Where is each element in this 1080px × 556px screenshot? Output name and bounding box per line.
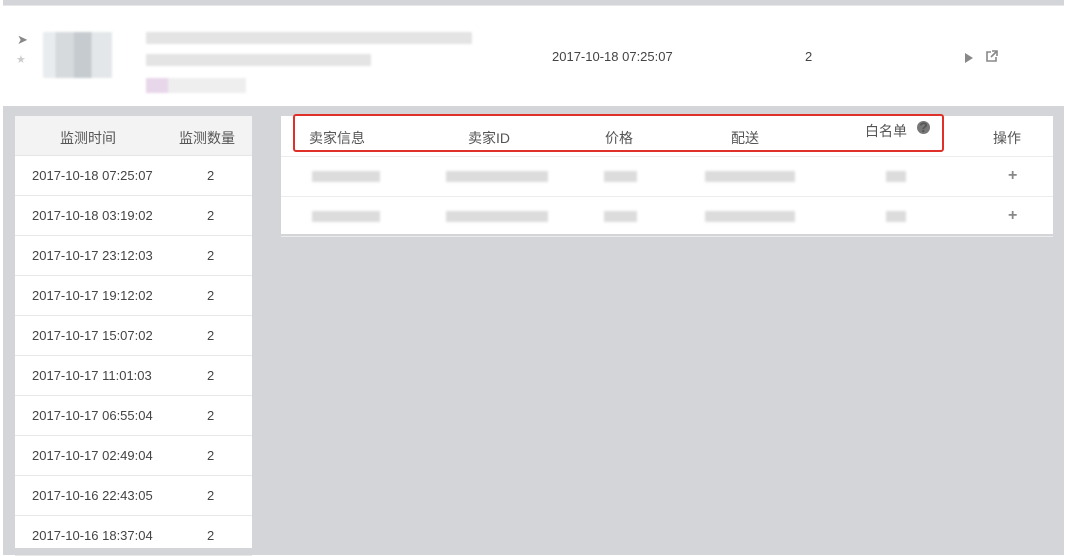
header-delivery: 配送: [731, 130, 759, 146]
history-count: 2: [207, 408, 215, 423]
history-time: 2017-10-16 18:37:04: [32, 528, 153, 543]
history-time: 2017-10-17 11:01:03: [32, 368, 152, 383]
history-time: 2017-10-18 03:19:02: [32, 208, 153, 223]
external-link-icon[interactable]: [985, 50, 998, 63]
history-count: 2: [207, 448, 215, 463]
product-monitor-time: 2017-10-18 07:25:07: [552, 49, 673, 64]
seller-row: +: [281, 197, 1053, 237]
expand-icon[interactable]: ➤: [17, 33, 28, 46]
help-icon[interactable]: ?: [917, 120, 930, 134]
history-header-time: 监测时间: [60, 130, 116, 146]
history-count: 2: [207, 208, 215, 223]
history-row[interactable]: 2017-10-17 19:12:02 2: [15, 276, 252, 316]
history-header: 监测时间 监测数量: [15, 116, 252, 156]
history-row[interactable]: 2017-10-17 06:55:04 2: [15, 396, 252, 436]
header-whitelist: 白名单: [865, 123, 907, 139]
history-count: 2: [207, 528, 215, 543]
seller-row: +: [281, 157, 1053, 197]
header-actions: 操作: [993, 130, 1021, 146]
history-time: 2017-10-17 19:12:02: [32, 288, 153, 303]
seller-info-redacted: [312, 171, 380, 182]
history-count: 2: [207, 328, 215, 343]
delivery-redacted: [705, 211, 795, 222]
history-row[interactable]: 2017-10-17 11:01:03 2: [15, 356, 252, 396]
product-title-redacted: [146, 32, 472, 44]
history-row[interactable]: 2017-10-18 03:19:02 2: [15, 196, 252, 236]
history-header-count: 监测数量: [179, 130, 235, 146]
product-row[interactable]: ➤ ★ 2017-10-18 07:25:07 2: [3, 5, 1064, 106]
history-row[interactable]: 2017-10-17 02:49:04 2: [15, 436, 252, 476]
seller-table-header: 卖家信息 卖家ID 价格 配送 白名单 ? 操作: [281, 116, 1053, 157]
product-thumbnail[interactable]: [43, 32, 112, 78]
history-time: 2017-10-17 23:12:03: [32, 248, 153, 263]
header-seller-info: 卖家信息: [309, 130, 365, 146]
history-count: 2: [207, 368, 215, 383]
product-tag-redacted: [146, 78, 246, 93]
header-seller-id: 卖家ID: [468, 130, 510, 146]
monitor-history-panel: 监测时间 监测数量 2017-10-18 07:25:07 2 2017-10-1…: [15, 116, 252, 556]
seller-table: 卖家信息 卖家ID 价格 配送 白名单 ? 操作 + +: [281, 116, 1053, 237]
history-count: 2: [207, 488, 215, 503]
product-monitor-count: 2: [805, 49, 813, 64]
play-icon[interactable]: [965, 53, 973, 63]
history-row[interactable]: 2017-10-18 07:25:07 2: [15, 156, 252, 196]
history-time: 2017-10-17 06:55:04: [32, 408, 153, 423]
history-count: 2: [207, 168, 215, 183]
price-redacted: [604, 171, 637, 182]
history-time: 2017-10-16 22:43:05: [32, 488, 153, 503]
history-count: 2: [207, 248, 215, 263]
seller-id-redacted: [446, 211, 548, 222]
history-count: 2: [207, 288, 215, 303]
star-icon[interactable]: ★: [16, 55, 26, 66]
history-row[interactable]: 2017-10-16 22:43:05 2: [15, 476, 252, 516]
history-row[interactable]: 2017-10-17 15:07:02 2: [15, 316, 252, 356]
whitelist-redacted: [886, 211, 906, 222]
whitelist-redacted: [886, 171, 906, 182]
product-subtitle-redacted: [146, 54, 371, 66]
seller-id-redacted: [446, 171, 548, 182]
price-redacted: [604, 211, 637, 222]
history-time: 2017-10-17 02:49:04: [32, 448, 153, 463]
page-margin: [1064, 0, 1080, 555]
add-icon[interactable]: +: [1008, 208, 1017, 224]
seller-info-redacted: [312, 211, 380, 222]
history-row[interactable]: 2017-10-17 23:12:03 2: [15, 236, 252, 276]
history-time: 2017-10-17 15:07:02: [32, 328, 153, 343]
history-row[interactable]: 2017-10-16 18:37:04 2: [15, 516, 252, 556]
delivery-redacted: [705, 171, 795, 182]
history-time: 2017-10-18 07:25:07: [32, 168, 153, 183]
add-icon[interactable]: +: [1008, 168, 1017, 184]
header-price: 价格: [605, 130, 633, 146]
